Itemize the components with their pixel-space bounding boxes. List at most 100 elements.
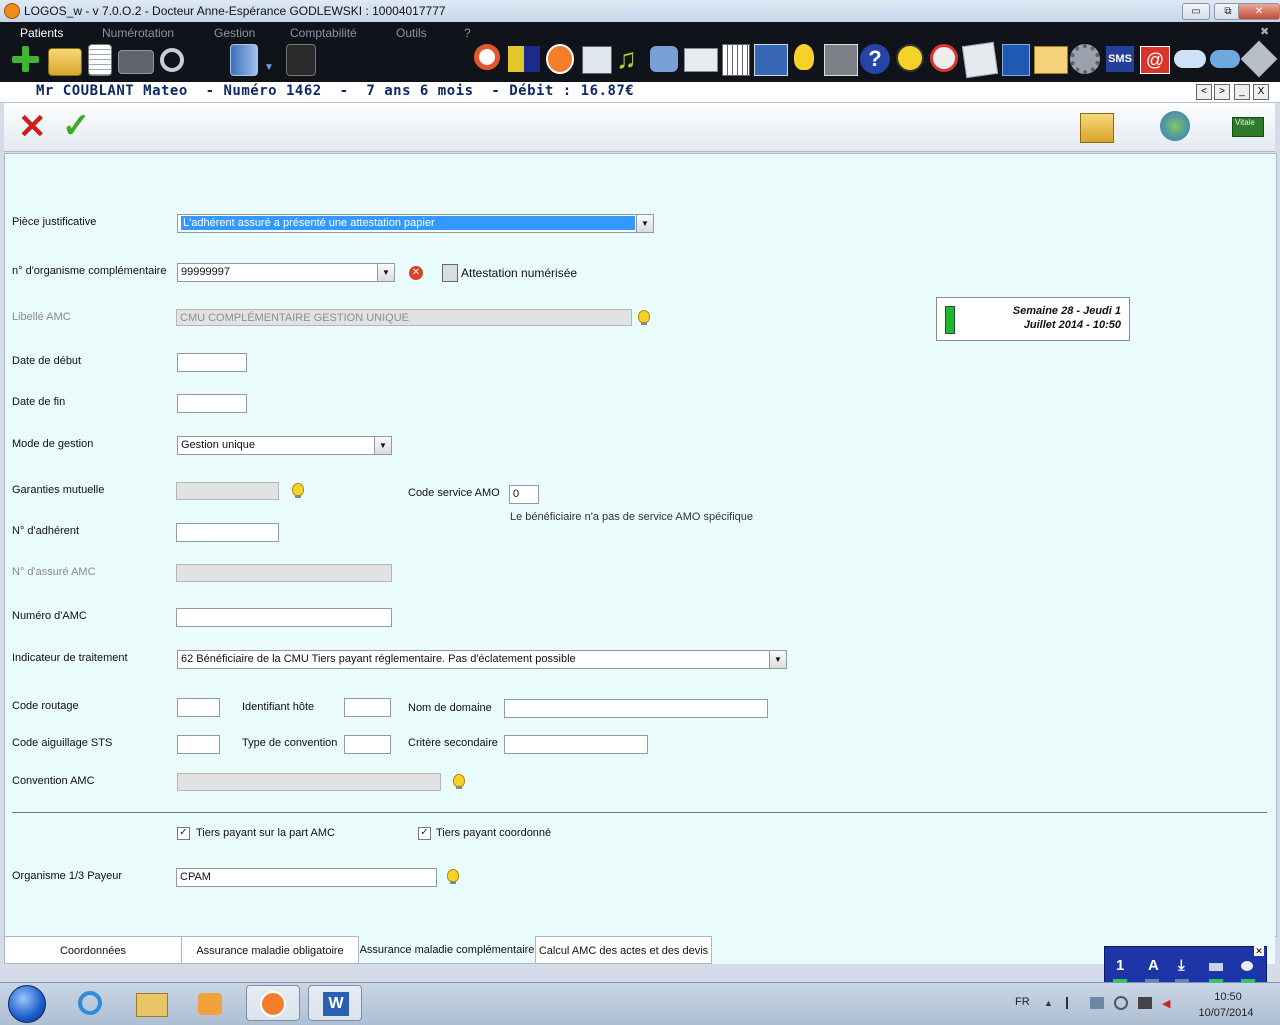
tab-coordonnees[interactable]: Coordonnées xyxy=(4,936,182,964)
chat-icon[interactable] xyxy=(1210,50,1240,68)
grid-icon[interactable] xyxy=(722,44,750,76)
prev-patient-button[interactable]: < xyxy=(1196,84,1212,100)
search-icon[interactable] xyxy=(160,48,184,72)
phone-icon[interactable] xyxy=(286,44,316,76)
scanner-icon[interactable] xyxy=(442,264,458,282)
numero-amc-input[interactable] xyxy=(176,608,392,627)
flag-icon[interactable] xyxy=(1066,997,1080,1009)
lightbulb-icon[interactable] xyxy=(794,44,814,70)
vitale-card-icon[interactable] xyxy=(118,50,154,74)
tray-expand-icon[interactable]: ▲ xyxy=(1044,998,1053,1008)
language-indicator[interactable]: FR xyxy=(1015,996,1030,1008)
keyboard-icon[interactable] xyxy=(1209,963,1223,971)
organisme-payeur-input[interactable]: CPAM xyxy=(176,868,437,887)
lightbulb-icon[interactable] xyxy=(453,774,465,789)
tooth-icon[interactable] xyxy=(546,44,574,74)
piece-justificative-select[interactable]: L'adhérent assuré a présenté une attesta… xyxy=(177,214,654,233)
taskbar-explorer-icon[interactable] xyxy=(124,985,178,1021)
menu-help[interactable]: ? xyxy=(464,26,471,40)
dictionary-icon[interactable] xyxy=(961,41,999,79)
volume-muted-icon[interactable]: ◀ xyxy=(1162,997,1176,1010)
clock-time[interactable]: 10:50 xyxy=(1206,991,1250,1003)
xray-icon[interactable] xyxy=(824,44,858,76)
chevron-down-icon[interactable]: ▼ xyxy=(264,62,274,73)
network-icon[interactable] xyxy=(1090,997,1104,1009)
settings-icon[interactable] xyxy=(1241,961,1253,971)
menu-patients[interactable]: Patients xyxy=(20,26,63,40)
tab-assurance-complementaire[interactable]: Assurance maladie complémentaire xyxy=(358,936,536,964)
close-patient-button[interactable]: X xyxy=(1253,84,1269,100)
taskbar-ie-icon[interactable] xyxy=(64,985,118,1021)
menu-numerotation[interactable]: Numérotation xyxy=(102,26,174,40)
help-icon[interactable]: ? xyxy=(860,44,890,74)
at-mail-icon[interactable]: @ xyxy=(1140,46,1170,74)
status-item-1[interactable]: 1 xyxy=(1116,957,1124,974)
indicateur-traitement-select[interactable]: 62 Bénéficiaire de la CMU Tiers payant r… xyxy=(177,650,787,669)
menu-gestion[interactable]: Gestion xyxy=(214,26,255,40)
confirm-icon[interactable]: ✓ xyxy=(62,107,91,145)
type-convention-input[interactable] xyxy=(344,735,391,754)
sync-icon[interactable] xyxy=(1114,996,1128,1010)
download-icon[interactable]: ⤓ xyxy=(1178,957,1185,974)
music-icon[interactable]: ♫ xyxy=(616,44,644,74)
date-fin-input[interactable] xyxy=(177,394,247,413)
email-icon[interactable] xyxy=(1034,46,1068,74)
code-aiguillage-input[interactable] xyxy=(177,735,220,754)
chevron-down-icon[interactable]: ▼ xyxy=(769,651,786,668)
taskbar-media-icon[interactable] xyxy=(184,985,238,1021)
mode-gestion-select[interactable]: Gestion unique ▼ xyxy=(177,436,392,455)
add-patient-icon[interactable] xyxy=(10,44,40,74)
chevron-down-icon[interactable]: ▼ xyxy=(374,437,391,454)
nom-domaine-input[interactable] xyxy=(504,699,768,718)
display-icon[interactable] xyxy=(1138,997,1152,1009)
minimize-patient-button[interactable]: _ xyxy=(1234,84,1250,100)
list-icon[interactable] xyxy=(88,44,112,76)
printer-icon[interactable] xyxy=(684,48,718,72)
critere-secondaire-input[interactable] xyxy=(504,735,648,754)
lightbulb-icon[interactable] xyxy=(447,869,459,884)
date-debut-input[interactable] xyxy=(177,353,247,372)
stopwatch-icon[interactable] xyxy=(930,44,958,72)
code-service-amo-input[interactable]: 0 xyxy=(509,485,539,504)
taskbar-word-icon[interactable]: W xyxy=(308,985,362,1021)
clear-icon[interactable]: ✕ xyxy=(409,266,423,280)
open-folder-icon[interactable] xyxy=(48,48,82,76)
tab-calcul-amc[interactable]: Calcul AMC des actes et des devis xyxy=(535,936,712,964)
clock-date[interactable]: 10/07/2014 xyxy=(1196,1007,1256,1019)
cloud-icon[interactable] xyxy=(1174,50,1206,68)
open-folder-icon[interactable] xyxy=(1080,113,1114,143)
status-item-a[interactable]: A xyxy=(1148,957,1159,974)
taskbar-logos-icon[interactable] xyxy=(246,985,300,1021)
pin-icon[interactable]: ✖ xyxy=(1260,25,1274,38)
tiers-payant-amc-checkbox[interactable]: ✓ xyxy=(177,827,190,840)
chevron-down-icon[interactable]: ▼ xyxy=(636,215,653,232)
settings-gear-icon[interactable] xyxy=(1070,44,1100,74)
attestation-numerisee-link[interactable]: Attestation numérisée xyxy=(461,266,577,280)
users-icon[interactable] xyxy=(1160,111,1190,141)
next-patient-button[interactable]: > xyxy=(1214,84,1230,100)
identifiant-hote-input[interactable] xyxy=(344,698,391,717)
address-book-icon[interactable] xyxy=(1002,44,1030,76)
chevron-down-icon[interactable]: ▼ xyxy=(377,264,394,281)
close-icon[interactable]: ✕ xyxy=(1254,946,1264,956)
tab-assurance-obligatoire[interactable]: Assurance maladie obligatoire xyxy=(181,936,359,964)
calculator-icon[interactable] xyxy=(754,44,788,76)
sms-icon[interactable]: SMS xyxy=(1106,46,1134,72)
close-window-button[interactable]: ✕ xyxy=(1238,3,1280,20)
menu-outils[interactable]: Outils xyxy=(396,26,427,40)
organisme-complementaire-combo[interactable]: 99999997 ▼ xyxy=(177,263,395,282)
code-routage-input[interactable] xyxy=(177,698,220,717)
clock-icon[interactable] xyxy=(896,44,924,72)
lightbulb-icon[interactable] xyxy=(638,310,650,325)
vitale-card-icon[interactable]: Vitale xyxy=(1232,117,1264,137)
lightbulb-icon[interactable] xyxy=(292,483,304,498)
start-button[interactable] xyxy=(8,985,46,1023)
tiers-payant-coordonne-checkbox[interactable]: ✓ xyxy=(418,827,431,840)
numero-adherent-input[interactable] xyxy=(176,523,279,542)
lifebuoy-icon[interactable] xyxy=(474,44,500,70)
scanner-icon[interactable] xyxy=(582,46,612,74)
flag-icon[interactable] xyxy=(508,46,540,72)
menu-comptabilite[interactable]: Comptabilité xyxy=(290,26,357,40)
minimize-button[interactable]: ▭ xyxy=(1182,3,1210,20)
book-icon[interactable] xyxy=(230,44,258,76)
